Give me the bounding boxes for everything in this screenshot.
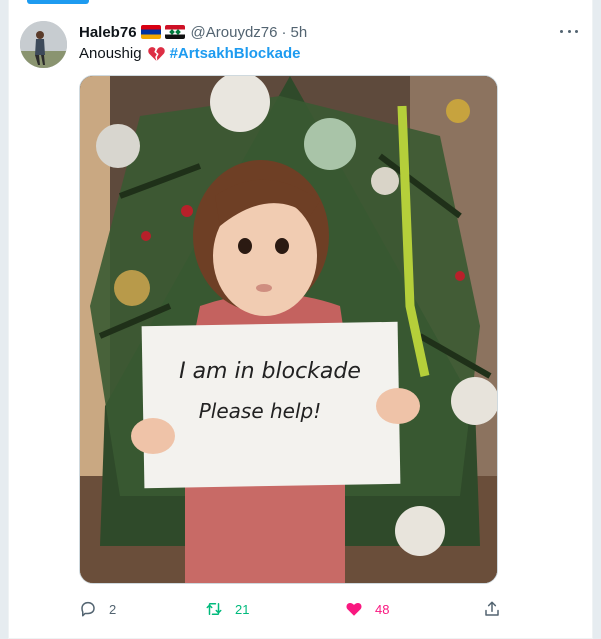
retweet-count: 21 (235, 601, 250, 617)
display-name[interactable]: Haleb76 (79, 24, 137, 41)
retweet-icon (206, 603, 222, 615)
reply-icon (81, 601, 95, 617)
like-button[interactable]: 48 (345, 598, 389, 620)
flag-syria-icon (164, 25, 185, 39)
more-options-icon[interactable] (560, 24, 578, 38)
broken-heart-icon (147, 46, 165, 62)
separator-dot: · (281, 23, 287, 41)
share-icon (485, 601, 499, 616)
sign-text-line-2: Please help! (199, 399, 322, 423)
reply-count: 2 (109, 601, 117, 617)
timestamp[interactable]: 5h (291, 24, 308, 41)
reply-button[interactable]: 2 (79, 598, 116, 620)
avatar[interactable] (20, 21, 67, 68)
sign-text-line-1: I am in blockade (179, 359, 361, 384)
tweet-photo[interactable]: I am in blockade Please help! (79, 75, 498, 584)
tweet-text-name: Anoushig (79, 45, 142, 62)
top-accent-bar (27, 0, 89, 4)
tweet-actions: 2 21 48 (79, 598, 509, 620)
tweet-card[interactable]: Haleb76 @Arouydz76 · 5h Anoushig #Artsak… (8, 0, 593, 639)
user-handle[interactable]: @Arouydz76 (191, 24, 278, 41)
flag-armenia-icon (140, 25, 161, 39)
share-button[interactable] (483, 598, 501, 620)
like-count: 48 (375, 601, 390, 617)
heart-filled-icon (346, 602, 362, 616)
hashtag-link[interactable]: #ArtsakhBlockade (170, 45, 301, 62)
retweet-button[interactable]: 21 (205, 598, 249, 620)
tweet-header: Haleb76 @Arouydz76 · 5h (79, 22, 307, 42)
tweet-text: Anoushig #ArtsakhBlockade (79, 45, 300, 62)
